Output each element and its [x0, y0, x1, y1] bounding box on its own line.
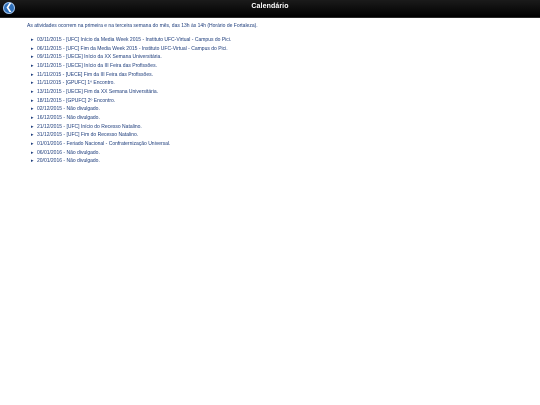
event-date: 11/11/2015	[37, 80, 62, 87]
event-list-item[interactable]: ▸ 06/11/2015 - [UFC] Fim da Media Week 20…	[31, 45, 527, 54]
event-list-item[interactable]: ▸ 06/01/2016 - Não divulgado.	[31, 149, 527, 158]
event-list-item[interactable]: ▸ 31/12/2015 - [UFC] Fim do Recesso Natal…	[31, 131, 527, 140]
event-date: 20/01/2016	[37, 158, 63, 165]
event-description: [UFC] Início do Recesso Natalino.	[66, 123, 142, 130]
bullet-arrow-icon: ▸	[31, 132, 34, 139]
event-list-item[interactable]: ▸ 21/12/2015 - [UFC] Início do Recesso Na…	[31, 123, 527, 132]
bullet-arrow-icon: ▸	[31, 149, 34, 156]
event-description: Feriado Nacional - Confraternização Univ…	[66, 140, 171, 147]
event-date: 02/12/2015	[37, 106, 63, 113]
event-list-item[interactable]: ▸ 11/11/2015 - [GPUFC] 1º Encontro.	[31, 79, 527, 88]
event-date: 13/11/2015	[37, 88, 62, 95]
bullet-arrow-icon: ▸	[31, 123, 34, 130]
event-date: 18/11/2015	[37, 97, 62, 104]
event-description: Não divulgado.	[66, 158, 100, 165]
event-list-item[interactable]: ▸ 09/11/2015 - [UECE] Início da XX Semana…	[31, 53, 527, 62]
bullet-arrow-icon: ▸	[31, 114, 34, 121]
event-description: Não divulgado.	[66, 114, 100, 121]
event-description: Não divulgado.	[66, 106, 100, 113]
event-list-item[interactable]: ▸ 02/12/2015 - Não divulgado.	[31, 105, 527, 114]
bullet-arrow-icon: ▸	[31, 71, 34, 78]
event-description: [UECE] Fim da XX Semana Universitária.	[66, 88, 159, 95]
event-date: 11/11/2015	[37, 71, 62, 78]
event-date: 21/12/2015	[37, 123, 63, 130]
page-title: Calendário	[251, 3, 289, 10]
event-date: 09/11/2015	[37, 54, 62, 61]
event-list-item[interactable]: ▸ 18/11/2015 - [GPUFC] 2º Encontro.	[31, 97, 527, 106]
bullet-arrow-icon: ▸	[31, 158, 34, 165]
event-description: [UECE] Início da III Feira das Profissõe…	[66, 62, 157, 69]
event-date: 10/11/2015	[37, 62, 62, 69]
event-list-item[interactable]: ▸ 13/11/2015 - [UECE] Fim da XX Semana Un…	[31, 88, 527, 97]
event-description: Não divulgado.	[66, 149, 100, 156]
event-description: [GPUFC] 2º Encontro.	[66, 97, 116, 104]
schedule-intro: As atividades ocorrem na primeira e na t…	[27, 23, 258, 29]
bullet-arrow-icon: ▸	[31, 45, 34, 52]
bullet-arrow-icon: ▸	[31, 88, 34, 95]
bullet-arrow-icon: ▸	[31, 80, 34, 87]
calendar-content: As atividades ocorrem na primeira e na t…	[27, 23, 527, 166]
event-list-item[interactable]: ▸ 20/01/2016 - Não divulgado.	[31, 157, 527, 166]
event-description: [UFC] Início da Media Week 2015 - Instit…	[66, 37, 232, 43]
event-description: [UFC] Fim do Recesso Natalino.	[66, 132, 139, 139]
bullet-arrow-icon: ▸	[31, 54, 34, 61]
event-list-item[interactable]: ▸ 11/11/2015 - [UECE] Fim da III Feira da…	[31, 71, 527, 80]
event-list-item[interactable]: ▸ 01/01/2016 - Feriado Nacional - Confrat…	[31, 140, 527, 149]
bullet-arrow-icon: ▸	[31, 106, 34, 113]
header-bar: ❮ Calendário	[0, 0, 540, 18]
event-date: 06/01/2016	[37, 149, 63, 156]
event-date: 06/11/2015	[37, 45, 62, 52]
event-description: [GPUFC] 1º Encontro.	[65, 80, 115, 87]
bullet-arrow-icon: ▸	[31, 37, 34, 43]
event-description: [UECE] Início da XX Semana Universitária…	[66, 54, 162, 61]
events-list: ▸ 03/11/2015 - [UFC] Início da Media Week…	[27, 36, 527, 166]
event-date: 01/01/2016	[37, 140, 63, 147]
bullet-arrow-icon: ▸	[31, 97, 34, 104]
event-list-item[interactable]: ▸ 03/11/2015 - [UFC] Início da Media Week…	[31, 36, 527, 45]
event-list-item[interactable]: ▸ 16/12/2015 - Não divulgado.	[31, 114, 527, 123]
event-date: 16/12/2015	[37, 114, 63, 121]
event-description: [UFC] Fim da Media Week 2015 - Instituto…	[66, 45, 228, 52]
event-date: 03/11/2015	[37, 37, 62, 43]
event-description: [UECE] Fim da III Feira das Profissões.	[65, 71, 153, 78]
bullet-arrow-icon: ▸	[31, 140, 34, 147]
event-list-item[interactable]: ▸ 10/11/2015 - [UECE] Início da III Feira…	[31, 62, 527, 71]
bullet-arrow-icon: ▸	[31, 62, 34, 69]
event-date: 31/12/2015	[37, 132, 63, 139]
